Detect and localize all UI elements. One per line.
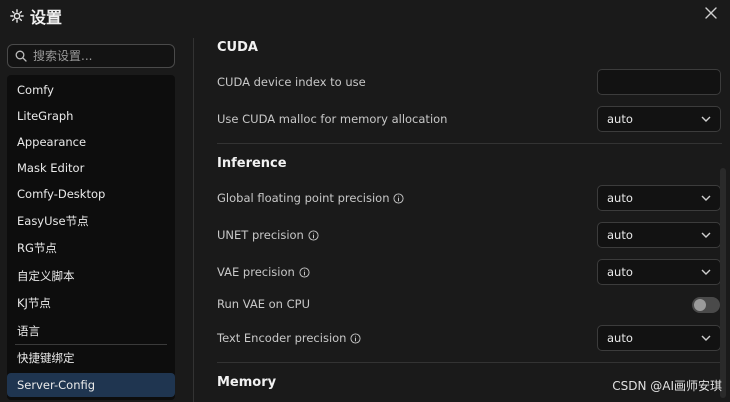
sidebar-item-comfy[interactable]: Comfy (7, 78, 175, 102)
vae-precision-select[interactable]: auto (597, 259, 721, 285)
sidebar-divider (15, 344, 167, 345)
vae-precision-label-text: VAE precision (217, 265, 295, 279)
watermark: CSDN @AI画师安琪 (612, 379, 722, 393)
settings-content: CUDA CUDA device index to use Use CUDA m… (195, 30, 730, 402)
sidebar-item-rg[interactable]: RG节点 (7, 236, 175, 260)
cuda-malloc-value: auto (607, 112, 633, 126)
text-encoder-value: auto (607, 331, 633, 345)
section-divider (217, 143, 722, 144)
vertical-divider (193, 38, 194, 402)
setting-label-text-encoder-precision: Text Encoder precision (217, 331, 362, 345)
info-icon[interactable] (350, 332, 362, 344)
sidebar-item-custom-scripts[interactable]: 自定义脚本 (7, 264, 175, 288)
section-divider (217, 362, 722, 363)
chevron-down-icon (701, 195, 711, 201)
scrollbar[interactable] (720, 168, 726, 398)
unet-precision-select[interactable]: auto (597, 222, 721, 248)
toggle-knob (694, 299, 706, 311)
vae-precision-value: auto (607, 265, 633, 279)
sidebar-item-keybindings[interactable]: 快捷键绑定 (7, 346, 175, 370)
page-title: 设置 (10, 4, 62, 28)
section-title-inference: Inference (217, 156, 287, 171)
global-precision-label-text: Global floating point precision (217, 191, 390, 205)
global-precision-value: auto (607, 191, 633, 205)
sidebar-item-mask-editor[interactable]: Mask Editor (7, 156, 175, 180)
sidebar-item-server-config[interactable]: Server-Config (7, 373, 175, 397)
sidebar-item-kj[interactable]: KJ节点 (7, 291, 175, 315)
setting-label-cuda-device: CUDA device index to use (217, 75, 366, 89)
vae-cpu-label-text: Run VAE on CPU (217, 297, 310, 311)
setting-label-unet-precision: UNET precision (217, 228, 319, 242)
text-encoder-precision-select[interactable]: auto (597, 325, 721, 351)
search-box[interactable] (7, 44, 175, 68)
info-icon[interactable] (393, 192, 405, 204)
chevron-down-icon (701, 116, 711, 122)
setting-label-cuda-malloc: Use CUDA malloc for memory allocation (217, 112, 447, 126)
chevron-down-icon (701, 232, 711, 238)
search-icon (15, 50, 27, 62)
section-title-cuda: CUDA (217, 40, 258, 55)
global-precision-select[interactable]: auto (597, 185, 721, 211)
sidebar-item-litegraph[interactable]: LiteGraph (7, 104, 175, 128)
cuda-malloc-select[interactable]: auto (597, 106, 721, 132)
dialog-header: 设置 (0, 0, 730, 30)
chevron-down-icon (701, 269, 711, 275)
setting-label-vae-cpu: Run VAE on CPU (217, 297, 310, 311)
sidebar-item-appearance[interactable]: Appearance (7, 130, 175, 154)
unet-precision-value: auto (607, 228, 633, 242)
info-icon[interactable] (299, 266, 310, 278)
sidebar-item-language[interactable]: 语言 (7, 319, 175, 343)
sidebar-nav: Comfy LiteGraph Appearance Mask Editor C… (7, 75, 175, 400)
text-encoder-label-text: Text Encoder precision (217, 331, 347, 345)
sidebar-item-easyuse[interactable]: EasyUse节点 (7, 209, 175, 233)
close-icon[interactable] (702, 4, 720, 22)
setting-label-vae-precision: VAE precision (217, 265, 310, 279)
gear-icon (10, 9, 24, 23)
setting-label-global-precision: Global floating point precision (217, 191, 405, 205)
cuda-malloc-label-text: Use CUDA malloc for memory allocation (217, 112, 448, 126)
unet-precision-label-text: UNET precision (217, 228, 304, 242)
sidebar-item-comfy-desktop[interactable]: Comfy-Desktop (7, 182, 175, 206)
vae-cpu-toggle[interactable] (692, 297, 720, 313)
cuda-device-label-text: CUDA device index to use (217, 75, 366, 89)
search-input[interactable] (31, 48, 165, 64)
title-text: 设置 (30, 8, 63, 27)
section-title-memory: Memory (217, 375, 277, 390)
settings-sidebar: Comfy LiteGraph Appearance Mask Editor C… (0, 40, 182, 402)
info-icon[interactable] (308, 229, 319, 241)
cuda-device-input[interactable] (597, 69, 721, 95)
chevron-down-icon (701, 335, 711, 341)
